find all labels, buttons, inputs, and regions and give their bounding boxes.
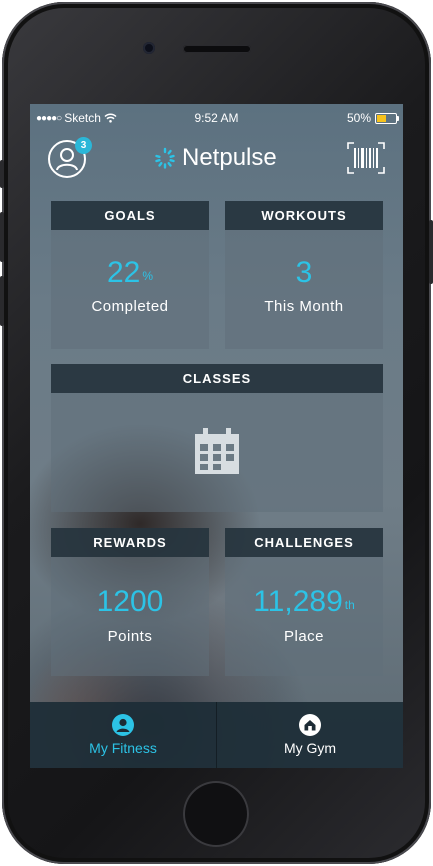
- volume-up-button: [0, 212, 4, 262]
- home-icon: [299, 714, 321, 736]
- volume-down-button: [0, 276, 4, 326]
- tab-my-gym-label: My Gym: [283, 740, 337, 756]
- tab-bar: My Fitness My Gym: [30, 702, 403, 768]
- brand-name: Netpulse: [182, 144, 277, 171]
- app-header: 3 Netpulse: [30, 134, 403, 184]
- rewards-tile-title: REWARDS: [51, 528, 209, 557]
- scan-barcode-button[interactable]: [347, 142, 385, 174]
- tab-my-gym[interactable]: My Gym: [217, 702, 403, 768]
- earpiece-speaker: [183, 45, 251, 53]
- rewards-value: 1200: [96, 585, 164, 618]
- barcode-icon: [347, 142, 385, 174]
- front-camera: [143, 42, 155, 54]
- notification-badge: 3: [75, 137, 92, 154]
- challenges-suffix: th: [344, 598, 355, 612]
- challenges-value: 11,289 th: [225, 585, 383, 619]
- phone-frame: ●●●●○ Sketch 9:52 AM 50% 3 Netpulse GOAL…: [0, 0, 433, 866]
- app-screen: ●●●●○ Sketch 9:52 AM 50% 3 Netpulse GOAL…: [30, 104, 403, 768]
- goals-caption: Completed: [91, 298, 169, 315]
- goals-value: 22%: [51, 256, 209, 290]
- goals-unit: %: [142, 269, 154, 283]
- challenges-place: 11,289: [253, 585, 343, 618]
- challenges-caption: Place: [283, 628, 325, 645]
- power-button: [429, 220, 433, 284]
- classes-tile-title: CLASSES: [51, 364, 383, 393]
- workouts-tile-title: WORKOUTS: [225, 201, 383, 230]
- goals-percent: 22: [106, 256, 141, 289]
- battery-fill: [377, 114, 386, 122]
- workouts-value: 3: [295, 256, 313, 289]
- rewards-tile[interactable]: REWARDS 1200 Points: [51, 528, 209, 676]
- user-circle-icon: [112, 714, 134, 736]
- workouts-caption: This Month: [264, 298, 344, 315]
- workouts-tile[interactable]: WORKOUTS 3 This Month: [225, 201, 383, 349]
- netpulse-logo-icon: [155, 147, 175, 169]
- challenges-tile[interactable]: CHALLENGES 11,289 th Place: [225, 528, 383, 676]
- status-bar: ●●●●○ Sketch 9:52 AM 50%: [30, 104, 403, 130]
- challenges-tile-title: CHALLENGES: [225, 528, 383, 557]
- calendar-icon: [195, 428, 239, 474]
- home-button[interactable]: [183, 781, 249, 847]
- rewards-caption: Points: [107, 628, 153, 645]
- goals-tile[interactable]: GOALS 22% Completed: [51, 201, 209, 349]
- classes-tile[interactable]: CLASSES: [51, 364, 383, 512]
- battery-icon: [375, 112, 399, 124]
- battery-percent: 50%: [346, 111, 371, 125]
- status-right: 50%: [346, 111, 399, 125]
- tab-my-fitness[interactable]: My Fitness: [30, 702, 216, 768]
- goals-tile-title: GOALS: [51, 201, 209, 230]
- mute-switch: [0, 160, 4, 188]
- brand-logo: Netpulse: [153, 144, 277, 172]
- tab-my-fitness-label: My Fitness: [89, 740, 157, 756]
